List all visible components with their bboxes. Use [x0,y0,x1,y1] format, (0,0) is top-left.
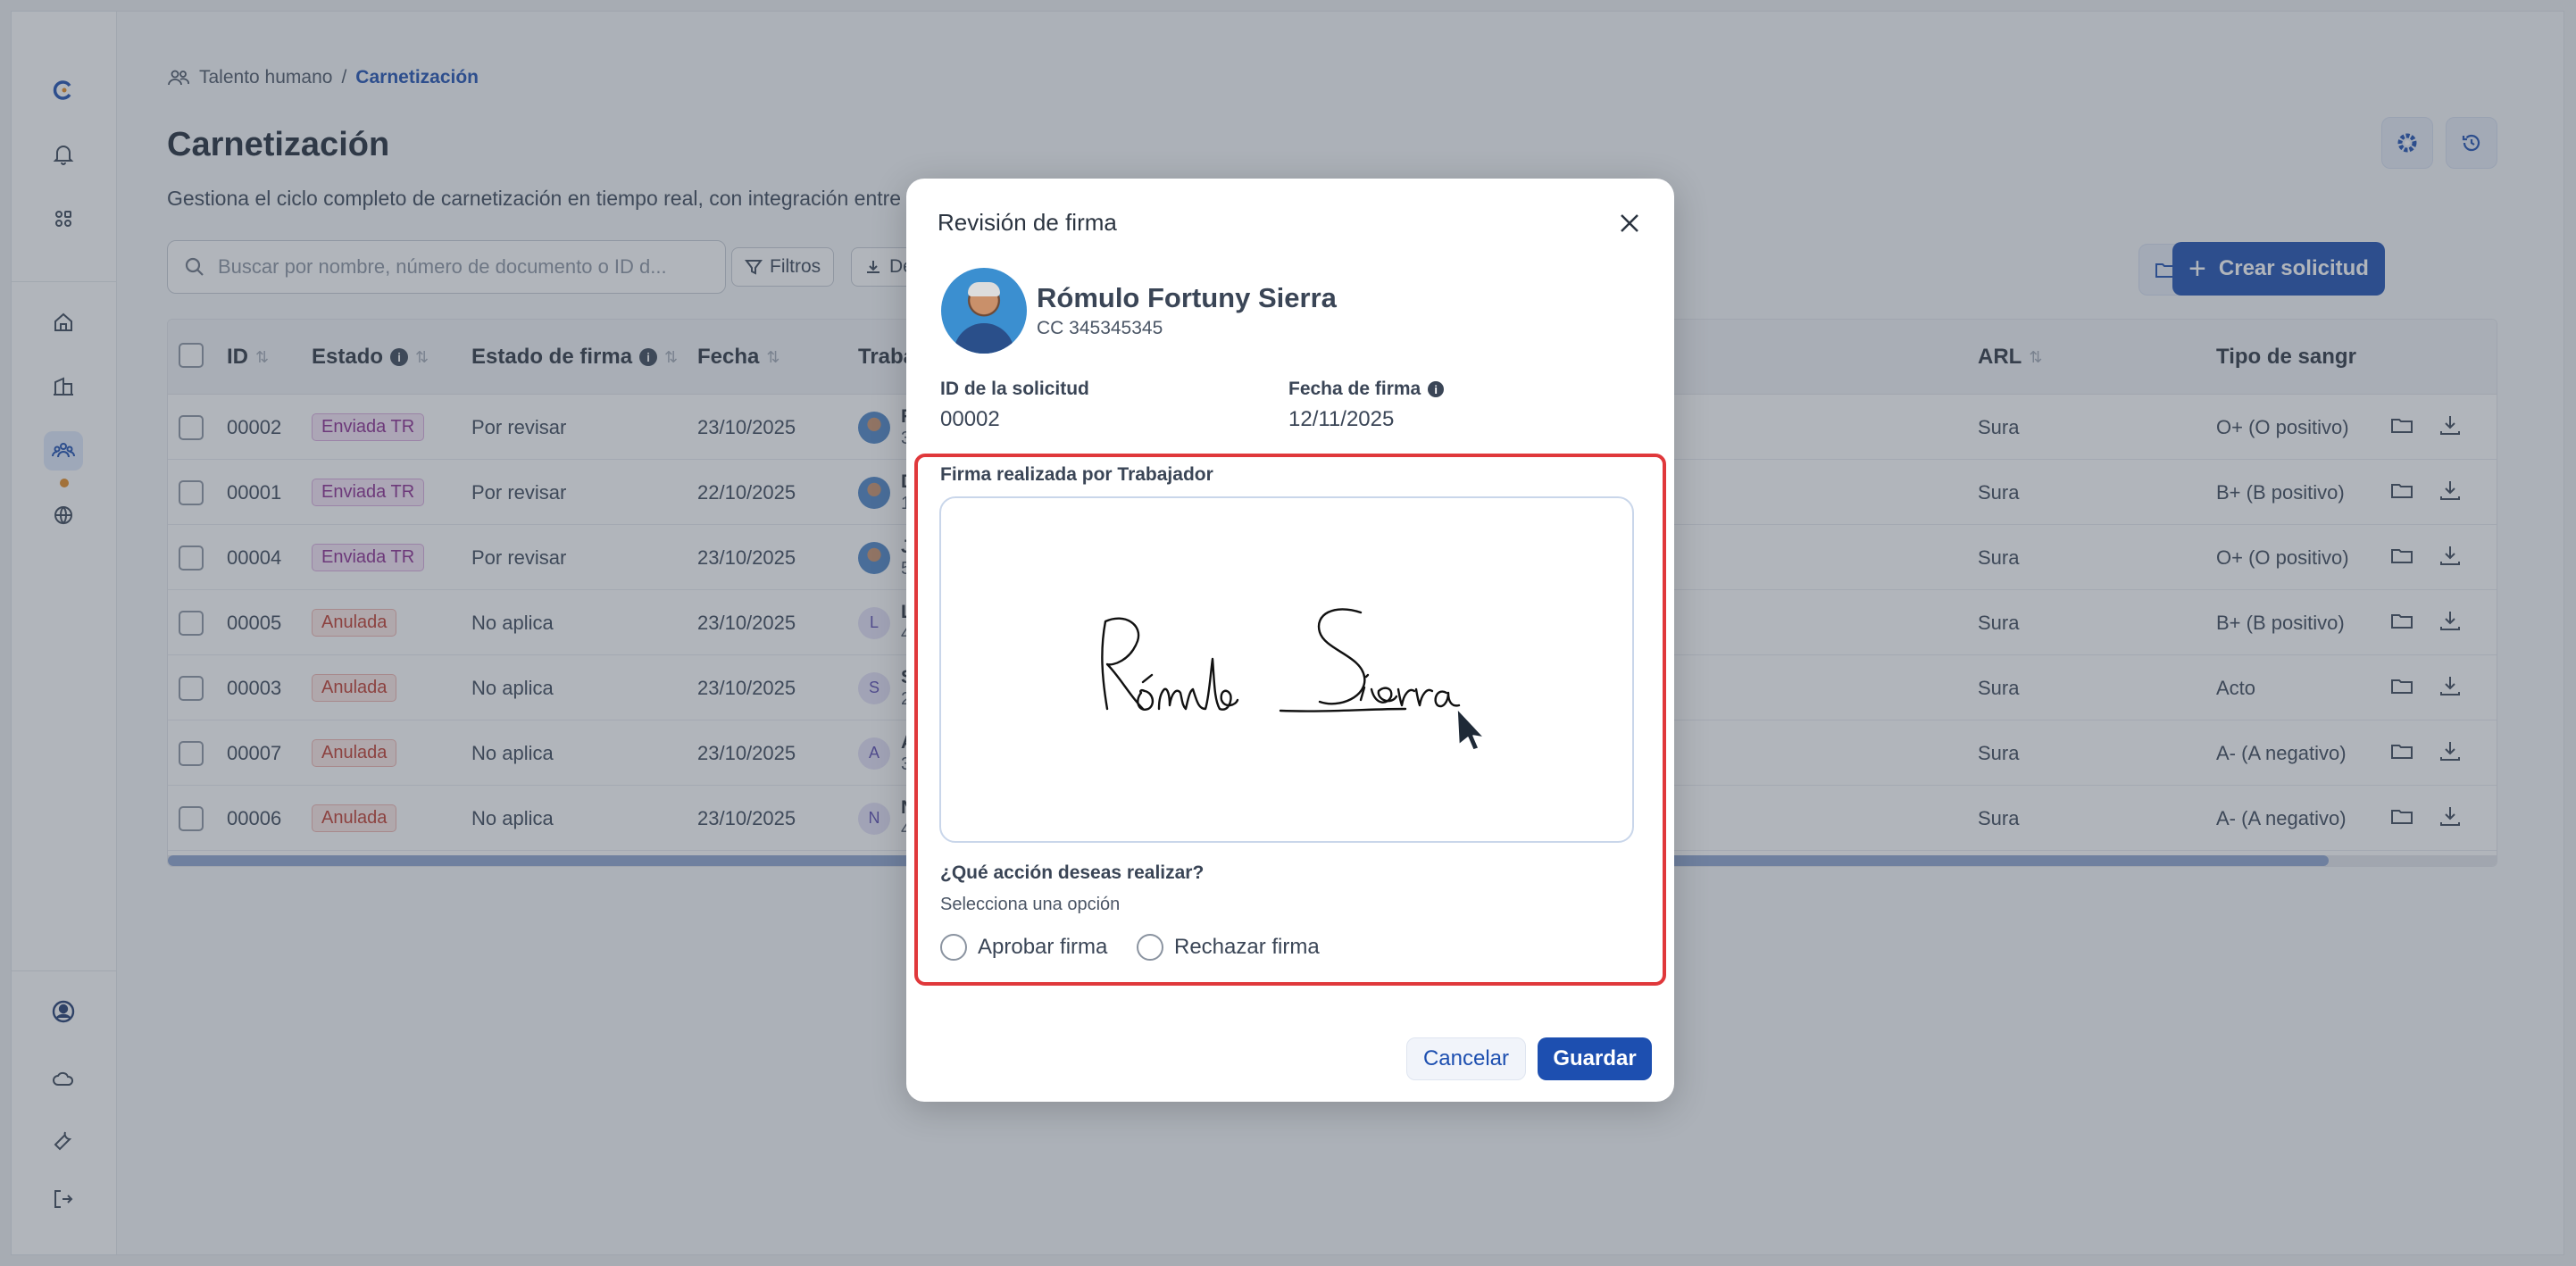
approve-radio[interactable] [940,934,967,961]
cancel-button[interactable]: Cancelar [1406,1037,1526,1080]
signature-canvas [939,496,1634,843]
handwritten-signature [1101,608,1485,751]
signature-label: Firma realizada por Trabajador [940,464,1213,485]
reject-signature-option[interactable]: Rechazar firma [1137,934,1320,961]
signature-review-modal: Revisión de firma Rómulo Fortuny Sierra … [906,179,1674,1102]
action-question: ¿Qué acción deseas realizar? [940,862,1205,883]
reject-radio[interactable] [1137,934,1163,961]
reject-label: Rechazar firma [1174,935,1320,959]
modal-title: Revisión de firma [938,209,1117,236]
person-document: CC 345345345 [1037,318,1163,338]
signature-date-value: 12/11/2025 [1288,407,1395,431]
request-id-value: 00002 [940,407,1000,431]
signature-date-label: Fecha de firma i [1288,379,1445,400]
close-button[interactable] [1612,205,1647,241]
close-icon [1621,214,1638,232]
approve-label: Aprobar firma [978,935,1108,959]
action-hint: Selecciona una opción [940,895,1121,914]
person-name: Rómulo Fortuny Sierra [1037,282,1337,313]
request-id-label: ID de la solicitud [940,379,1089,399]
save-button[interactable]: Guardar [1538,1037,1652,1080]
profile-photo [941,268,1027,354]
info-icon[interactable]: i [1428,381,1445,397]
approve-signature-option[interactable]: Aprobar firma [940,934,1107,961]
